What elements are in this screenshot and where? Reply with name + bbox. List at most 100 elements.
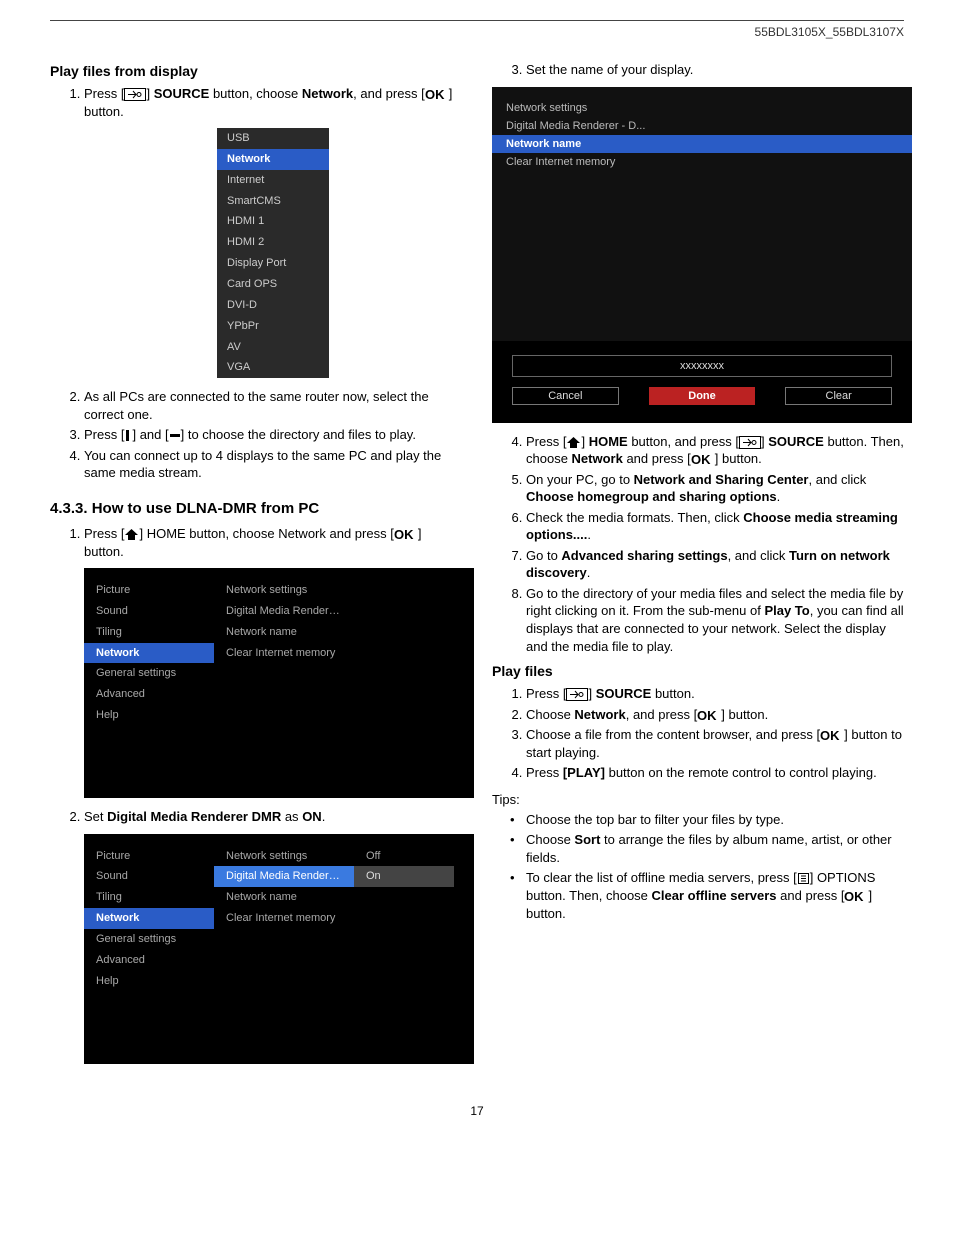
- list-item: Press [] SOURCE button.: [526, 685, 904, 703]
- list-item: Choose Sort to arrange the files by albu…: [510, 831, 904, 866]
- cancel-button[interactable]: Cancel: [512, 387, 619, 405]
- net-row[interactable]: Network settings: [492, 99, 912, 117]
- list-item: Set the name of your display.: [526, 61, 904, 79]
- text: ] button.: [715, 451, 762, 466]
- settings-row[interactable]: Advanced: [84, 684, 214, 705]
- settings-sub-row[interactable]: Network settings: [214, 846, 354, 867]
- text: Go to: [526, 548, 561, 563]
- text: Choose: [526, 707, 574, 722]
- text: Sort: [574, 832, 600, 847]
- settings-sub-row[interactable]: Network name: [214, 887, 354, 908]
- dlna-steps-4plus: Press [] HOME button, and press [] SOURC…: [492, 433, 904, 656]
- net-row-networkname[interactable]: Network name: [492, 135, 912, 153]
- source-item-ypbpr[interactable]: YPbPr: [217, 316, 329, 337]
- settings-row-network[interactable]: Network: [84, 643, 214, 664]
- settings-sub-row[interactable]: Clear Internet memory: [214, 908, 354, 929]
- header-rule: [50, 20, 904, 21]
- settings-row[interactable]: Picture: [84, 580, 214, 601]
- settings-opt-off[interactable]: Off: [354, 846, 454, 867]
- settings-row[interactable]: Help: [84, 705, 214, 726]
- settings-panel-1: Picture Sound Tiling Network General set…: [84, 568, 474, 798]
- source-icon: [124, 88, 146, 101]
- text: , and press [: [626, 707, 698, 722]
- svg-text:OK: OK: [820, 729, 840, 742]
- source-item-dvid[interactable]: DVI-D: [217, 295, 329, 316]
- net-row[interactable]: Digital Media Renderer - D...: [492, 117, 912, 135]
- settings-row[interactable]: General settings: [84, 929, 214, 950]
- settings-row[interactable]: Picture: [84, 846, 214, 867]
- settings-row[interactable]: Sound: [84, 866, 214, 887]
- list-item: Choose a file from the content browser, …: [526, 726, 904, 761]
- left-column: Play files from display Press [] SOURCE …: [50, 57, 462, 1074]
- settings-opt-on[interactable]: On: [354, 866, 454, 887]
- text: Network: [574, 707, 625, 722]
- source-item-vga[interactable]: VGA: [217, 357, 329, 378]
- net-row[interactable]: Clear Internet memory: [492, 153, 912, 171]
- keyboard-area: xxxxxxxx Cancel Done Clear: [492, 341, 912, 423]
- svg-text:OK: OK: [697, 709, 717, 722]
- source-item-displayport[interactable]: Display Port: [217, 253, 329, 274]
- settings-row[interactable]: Tiling: [84, 622, 214, 643]
- content-columns: Play files from display Press [] SOURCE …: [50, 57, 904, 1074]
- done-button[interactable]: Done: [649, 387, 756, 405]
- settings-sub-row[interactable]: Network settings: [214, 580, 354, 601]
- source-item-hdmi1[interactable]: HDMI 1: [217, 211, 329, 232]
- text: ON: [302, 809, 322, 824]
- source-item-network[interactable]: Network: [217, 149, 329, 170]
- text: and press [: [623, 451, 691, 466]
- source-item-av[interactable]: AV: [217, 337, 329, 358]
- text: Press [: [526, 434, 566, 449]
- source-item-internet[interactable]: Internet: [217, 170, 329, 191]
- svg-text:OK: OK: [691, 453, 711, 466]
- text: ]: [588, 686, 595, 701]
- settings-row[interactable]: Advanced: [84, 950, 214, 971]
- settings-row-network[interactable]: Network: [84, 908, 214, 929]
- settings-sub-row[interactable]: Network name: [214, 622, 354, 643]
- text: as: [281, 809, 302, 824]
- settings-row[interactable]: Tiling: [84, 887, 214, 908]
- text: Choose a file from the content browser, …: [526, 727, 820, 742]
- settings-row[interactable]: Help: [84, 971, 214, 992]
- source-item-usb[interactable]: USB: [217, 128, 329, 149]
- kb-buttons: Cancel Done Clear: [512, 387, 892, 405]
- tips-list: Choose the top bar to filter your files …: [492, 811, 904, 922]
- settings-sub-row[interactable]: Digital Media Rendere...: [214, 601, 354, 622]
- text: ] to choose the directory and files to p…: [181, 427, 416, 442]
- home-icon: [124, 528, 139, 541]
- dlna-steps-continued: Set the name of your display.: [492, 61, 904, 79]
- source-item-cardops[interactable]: Card OPS: [217, 274, 329, 295]
- text: and press [: [777, 888, 845, 903]
- settings-sub-row[interactable]: Clear Internet memory: [214, 643, 354, 664]
- text: , and click: [728, 548, 789, 563]
- text: SOURCE: [596, 686, 652, 701]
- text: Check the media formats. Then, click: [526, 510, 743, 525]
- ok-icon: OK: [394, 528, 418, 541]
- settings-mid: Network settings Digital Media Rendere..…: [214, 834, 354, 1064]
- settings-panel-2: Picture Sound Tiling Network General set…: [84, 834, 474, 1064]
- source-item-hdmi2[interactable]: HDMI 2: [217, 232, 329, 253]
- text: button, choose: [209, 86, 302, 101]
- list-item: Press [] SOURCE button, choose Network, …: [84, 85, 462, 378]
- name-input[interactable]: xxxxxxxx: [512, 355, 892, 377]
- ok-icon: OK: [697, 709, 721, 722]
- text: Network: [572, 451, 623, 466]
- text: .: [322, 809, 326, 824]
- text: Digital Media Renderer DMR: [107, 809, 281, 824]
- settings-right: [354, 568, 454, 798]
- settings-row[interactable]: Sound: [84, 601, 214, 622]
- text: Network: [302, 86, 353, 101]
- text: ]: [581, 434, 588, 449]
- list-item: On your PC, go to Network and Sharing Ce…: [526, 471, 904, 506]
- ok-icon: OK: [820, 729, 844, 742]
- ok-icon: OK: [844, 890, 868, 903]
- list-item: Set Digital Media Renderer DMR as ON. Pi…: [84, 808, 462, 1064]
- heading-play-files: Play files: [492, 663, 904, 679]
- text: To clear the list of offline media serve…: [526, 870, 797, 885]
- settings-row[interactable]: General settings: [84, 663, 214, 684]
- clear-button[interactable]: Clear: [785, 387, 892, 405]
- source-item-smartcms[interactable]: SmartCMS: [217, 191, 329, 212]
- page-number: 17: [50, 1104, 904, 1118]
- source-menu: USB Network Internet SmartCMS HDMI 1 HDM…: [217, 128, 329, 378]
- settings-sub-row-dmr[interactable]: Digital Media Rendere...: [214, 866, 354, 887]
- list-item: Check the media formats. Then, click Cho…: [526, 509, 904, 544]
